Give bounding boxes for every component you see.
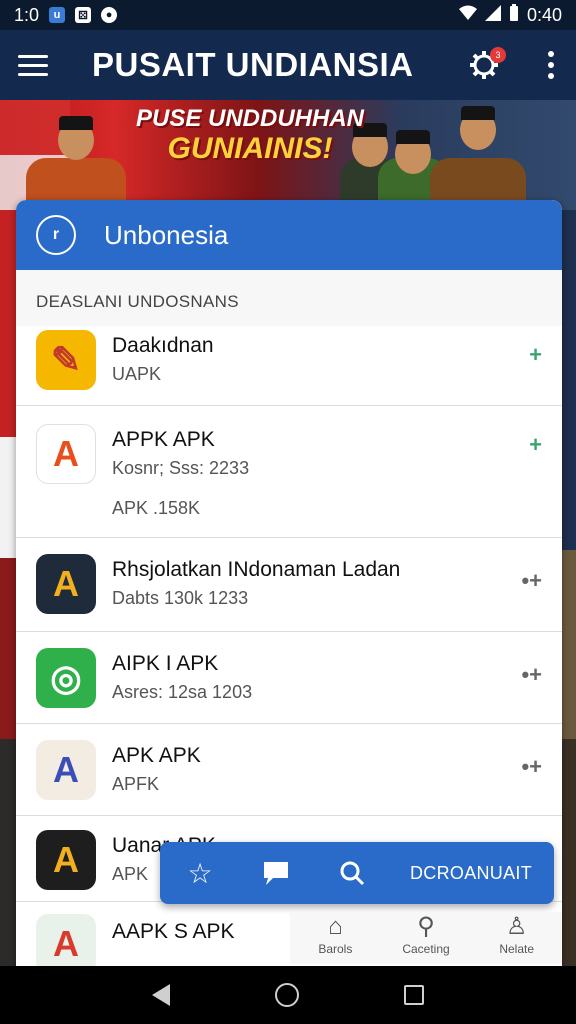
banner-person-1 <box>26 116 126 210</box>
app-meta: APK <box>112 864 149 884</box>
back-icon[interactable] <box>152 984 171 1006</box>
bottom-tab-bar: ⌂ Barols ⚲ Caceting ♙ Nelate <box>290 912 562 964</box>
app-name: APPK APK <box>112 428 215 451</box>
status-bar: 1:0 u ⚄ ● 0:40 <box>0 0 576 30</box>
home-circle-icon[interactable] <box>274 983 299 1007</box>
favorites-star-icon[interactable]: ☆ <box>182 851 218 895</box>
search-icon: ⚲ <box>417 913 435 940</box>
app-list-item[interactable]: A Rhsjolatkan INdonaman Ladan Dabts 130k… <box>16 538 562 632</box>
app-icon: A <box>36 554 96 614</box>
tab-search[interactable]: ⚲ Caceting <box>381 912 472 964</box>
promo-banner[interactable]: PUSE UNDDUHHAN GUNIAINIS! <box>0 100 576 210</box>
banner-line-1: PUSE UNDDUHHAN <box>135 105 364 132</box>
app-bar: PUSAIT UNDIANSIA 3 <box>0 30 576 100</box>
app-icon: ◎ <box>36 648 96 708</box>
hamburger-menu-icon[interactable] <box>18 45 58 85</box>
status-time-left: 1:0 <box>14 4 40 25</box>
app-list-item[interactable]: ◎ AIPK I APK Asres: 12sa 1203 •+ <box>16 632 562 724</box>
card-title: Unbonesia <box>104 219 229 250</box>
download-icon[interactable]: •+ <box>521 754 542 780</box>
app-title: PUSAIT UNDIANSIA <box>92 46 414 83</box>
app-icon: A <box>36 424 96 484</box>
settings-button[interactable]: 3 <box>464 45 506 85</box>
app-meta: APFK <box>112 774 160 794</box>
app-meta: UAPK <box>112 364 162 384</box>
search-icon[interactable] <box>334 851 370 895</box>
notification-badge: 3 <box>490 47 506 63</box>
chat-bubble-icon[interactable] <box>258 851 294 895</box>
app-icon: A <box>36 740 96 800</box>
tab-label: Nelate <box>499 942 535 956</box>
card-header: r Unbonesia <box>16 200 562 270</box>
wifi-icon <box>458 5 477 26</box>
app-name: Rhsjolatkan INdonaman Ladan <box>112 558 401 581</box>
system-nav-bar <box>0 966 576 1024</box>
download-icon[interactable]: + <box>529 432 542 458</box>
status-time-right: 0:40 <box>526 4 562 25</box>
download-all-button[interactable]: DCROANUAIT <box>410 863 532 884</box>
section-label: DEASLANI UNDOSNANS <box>36 292 239 311</box>
app-list-item[interactable]: A APK APK APFK •+ <box>16 724 562 816</box>
app-icon: ✎ <box>36 330 96 390</box>
home-icon: ⌂ <box>328 913 343 940</box>
signal-icon <box>484 4 501 26</box>
brand-logo-icon: r <box>36 215 76 255</box>
app-meta: Kosnr; Sss: 2233 <box>112 458 250 478</box>
recent-apps-icon[interactable] <box>403 985 424 1005</box>
app-meta: Dabts 130k 1233 <box>112 588 249 608</box>
app-name: AIPK I APK <box>112 652 219 675</box>
app-icon: A <box>36 830 96 890</box>
tab-label: Caceting <box>402 942 450 956</box>
tab-home[interactable]: ⌂ Barols <box>290 912 381 964</box>
app-notification-icon: u <box>49 7 66 23</box>
app-name: APK APK <box>112 744 201 767</box>
banner-line-2: GUNIAINIS! <box>167 132 333 166</box>
app-icon: A <box>36 914 96 970</box>
tab-profile[interactable]: ♙ Nelate <box>471 912 562 964</box>
app-size: APK .158K <box>112 498 201 518</box>
overflow-menu-icon[interactable] <box>544 51 558 79</box>
banner-person-4 <box>430 106 526 210</box>
app-name: Daakıdnan <box>112 334 214 357</box>
app-name: AAPK S APK <box>112 920 235 943</box>
tab-label: Barols <box>318 942 353 956</box>
app-list-item[interactable]: ✎ Daakıdnan UAPK + <box>16 326 562 406</box>
app-meta: Asres: 12sa 1203 <box>112 682 253 702</box>
game-notification-icon: ⚄ <box>75 7 92 23</box>
user-icon: ♙ <box>505 913 528 940</box>
floating-action-bar: ☆ DCROANUAIT <box>160 842 554 904</box>
download-icon[interactable]: + <box>529 342 542 368</box>
battery-icon <box>509 3 519 27</box>
banner-headline: PUSE UNDDUHHAN GUNIAINIS! <box>130 105 370 166</box>
app-list-item[interactable]: A APPK APK Kosnr; Sss: 2233 APK .158K + <box>16 406 562 538</box>
sync-notification-icon: ● <box>101 7 118 23</box>
download-icon[interactable]: •+ <box>521 662 542 688</box>
download-icon[interactable]: •+ <box>521 568 542 594</box>
